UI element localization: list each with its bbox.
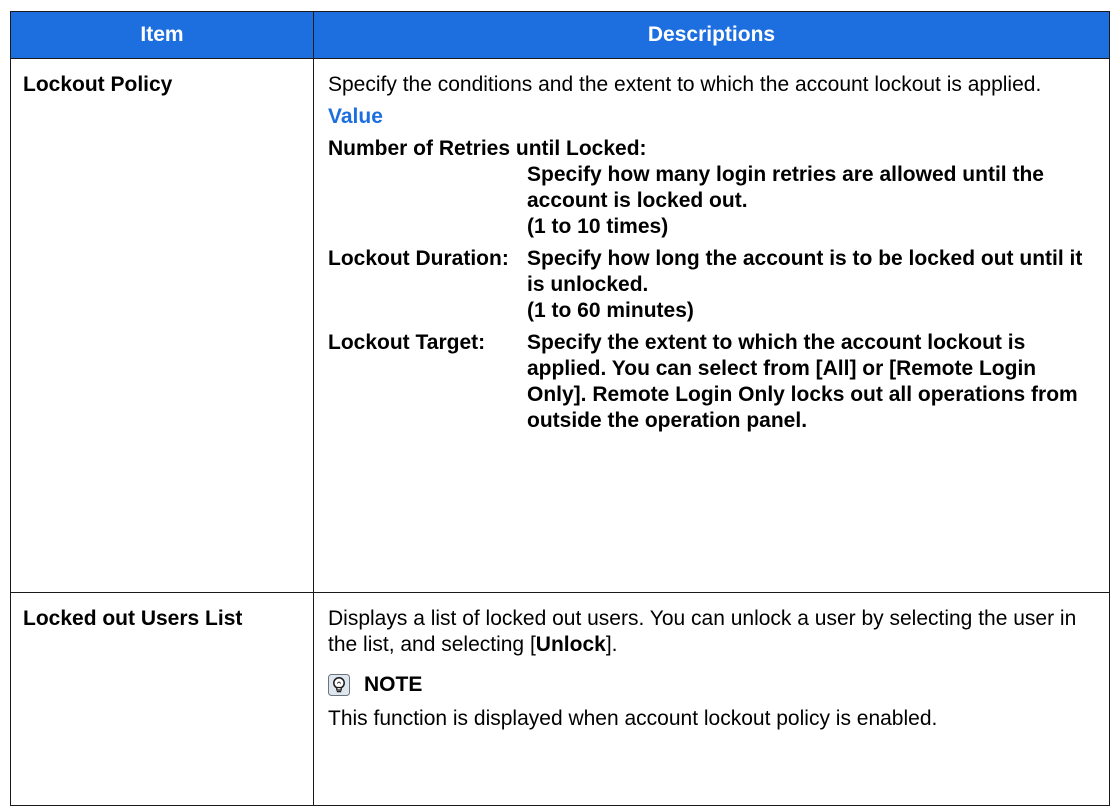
item-cell: Locked out Users List [10,592,314,806]
description-cell: Specify the conditions and the extent to… [313,58,1110,593]
description-text-part: ]. [605,633,618,656]
table-header-row: Item Descriptions [10,11,1110,59]
description-text-part: Displays a list of locked out users. You… [328,607,1077,656]
note-heading: NOTE [328,672,1097,698]
value-description-text: Specify how many login retries are allow… [527,163,1044,212]
description-intro: Specify the conditions and the extent to… [328,73,1042,96]
value-entry: Number of Retries until Locked: Specify … [328,136,1097,240]
table-row: Locked out Users List Displays a list of… [10,592,1110,806]
value-label: Lockout Target: [328,331,486,354]
header-descriptions: Descriptions [313,11,1110,59]
description-text: Displays a list of locked out users. You… [328,606,1097,658]
value-label: Lockout Duration: [328,247,509,270]
settings-table: Item Descriptions Lockout Policy Specify… [10,11,1110,806]
lightbulb-note-icon [328,674,350,696]
unlock-button-reference: Unlock [535,633,606,656]
value-entry: Lockout Duration: Specify how long the a… [328,246,1097,324]
value-range: (1 to 60 minutes) [527,299,694,322]
note-title: NOTE [364,673,423,696]
value-label: Number of Retries until Locked: [328,137,647,160]
value-description-text: Specify how long the account is to be lo… [527,247,1083,296]
table-row: Lockout Policy Specify the conditions an… [10,58,1110,593]
item-cell: Lockout Policy [10,58,314,593]
value-description: Specify how many login retries are allow… [527,162,1097,240]
description-cell: Displays a list of locked out users. You… [313,592,1110,806]
value-entry: Lockout Target: Specify the extent to wh… [328,330,1097,434]
value-range: (1 to 10 times) [527,215,669,238]
value-description: Specify the extent to which the account … [527,331,1078,432]
note-text: This function is displayed when account … [328,707,938,730]
value-heading: Value [328,105,383,128]
value-description: Specify how long the account is to be lo… [527,246,1097,324]
header-item: Item [10,11,314,59]
